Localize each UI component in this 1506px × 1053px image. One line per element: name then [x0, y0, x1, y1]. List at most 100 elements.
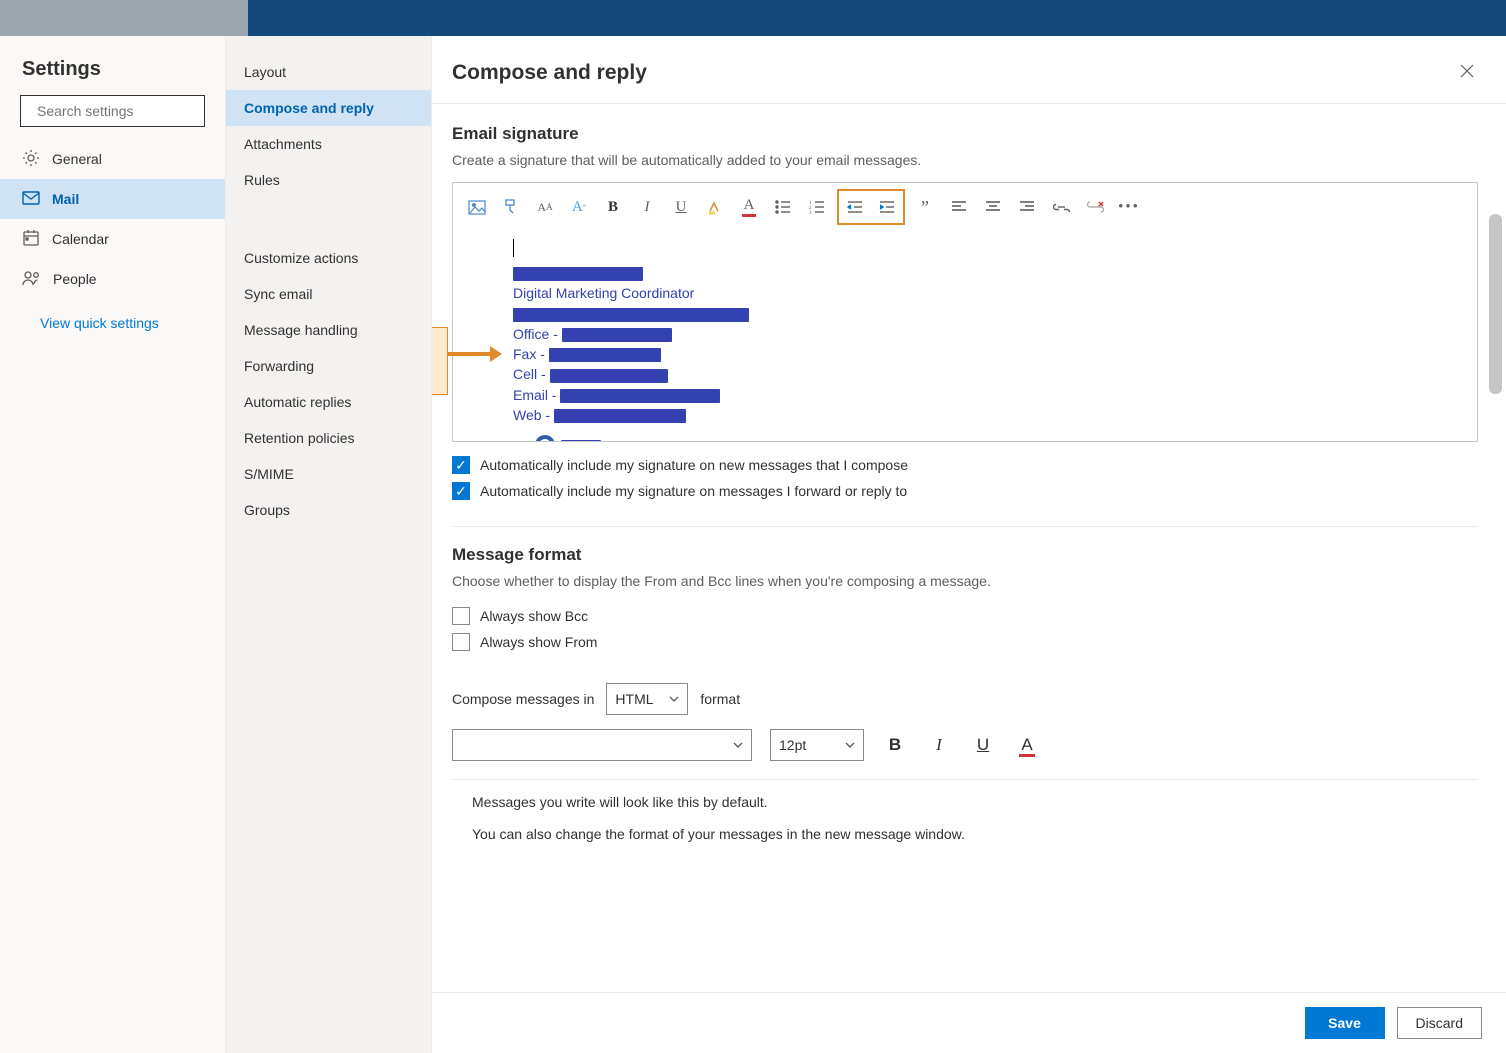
format-painter-icon[interactable]	[497, 193, 525, 221]
search-input[interactable]	[35, 102, 220, 120]
font-size-icon[interactable]: AA	[531, 193, 559, 221]
highlight-icon[interactable]	[701, 193, 729, 221]
message-format-sub: Choose whether to display the From and B…	[452, 573, 1478, 589]
compose-in-label-1: Compose messages in	[452, 691, 594, 707]
chevron-down-icon	[845, 742, 855, 748]
mail-settings-item[interactable]: Layout	[226, 54, 431, 90]
insert-link-icon[interactable]	[1047, 193, 1075, 221]
people-icon	[22, 270, 41, 289]
sidebar-item-label: People	[53, 271, 97, 287]
checkbox-show-bcc-label: Always show Bcc	[480, 608, 588, 624]
default-bold-button[interactable]: B	[882, 735, 908, 755]
footer-actions: Save Discard	[432, 992, 1506, 1053]
preview-line-1: Messages you write will look like this b…	[472, 794, 1458, 810]
checkbox-include-reply[interactable]: ✓	[452, 482, 470, 500]
indent-outdent-highlight	[837, 189, 905, 225]
general-icon	[22, 149, 40, 170]
mail-settings-item[interactable]: Customize actions	[226, 240, 431, 276]
app-topbar	[0, 0, 1506, 36]
sidebar-item-mail[interactable]: Mail	[0, 179, 225, 219]
default-underline-button[interactable]: U	[970, 735, 996, 755]
signature-logo	[535, 435, 1463, 441]
bold-button[interactable]: B	[599, 193, 627, 221]
redacted-text	[513, 267, 643, 281]
checkbox-include-new[interactable]: ✓	[452, 456, 470, 474]
email-signature-heading: Email signature	[452, 124, 1478, 144]
insert-image-icon[interactable]	[463, 193, 491, 221]
quote-icon[interactable]: ”	[911, 193, 939, 221]
mail-settings-item[interactable]: Sync email	[226, 276, 431, 312]
signature-textarea[interactable]: Digital Marketing Coordinator Office - F…	[453, 231, 1477, 441]
checkbox-show-bcc[interactable]	[452, 607, 470, 625]
checkbox-include-new-label: Automatically include my signature on ne…	[480, 457, 908, 473]
font-size-super-icon[interactable]: A°	[565, 193, 593, 221]
mail-settings-item[interactable]: S/MIME	[226, 456, 431, 492]
compose-in-label-2: format	[700, 691, 740, 707]
chevron-down-icon	[733, 742, 743, 748]
mail-settings-item[interactable]: Groups	[226, 492, 431, 528]
default-italic-button[interactable]: I	[926, 735, 952, 755]
svg-text:3: 3	[809, 211, 812, 214]
italic-button[interactable]: I	[633, 193, 661, 221]
sidebar-item-calendar[interactable]: Calendar	[0, 219, 225, 259]
format-preview: Messages you write will look like this b…	[452, 779, 1478, 872]
mail-icon	[22, 191, 40, 208]
preview-line-2: You can also change the format of your m…	[472, 826, 1458, 842]
mail-settings-item[interactable]: Forwarding	[226, 348, 431, 384]
redacted-text	[562, 328, 672, 342]
search-input-wrap[interactable]	[20, 95, 205, 127]
checkbox-show-from[interactable]	[452, 633, 470, 651]
sidebar-item-label: General	[52, 151, 102, 167]
default-font-size-select[interactable]: 12pt	[770, 729, 864, 761]
view-quick-settings-link[interactable]: View quick settings	[40, 315, 159, 331]
default-font-color-button[interactable]: A	[1014, 735, 1040, 755]
scrollbar-thumb[interactable]	[1489, 214, 1502, 394]
mail-settings-item[interactable]: Automatic replies	[226, 384, 431, 420]
mail-settings-item[interactable]: Rules	[226, 162, 431, 198]
font-color-icon[interactable]: A	[735, 193, 763, 221]
redacted-text	[513, 308, 749, 322]
mail-settings-list: LayoutCompose and replyAttachmentsRules …	[226, 36, 432, 1053]
align-left-icon[interactable]	[945, 193, 973, 221]
annotation-callout: My cursor does not go any further left t…	[432, 327, 448, 395]
decrease-indent-icon[interactable]	[841, 193, 869, 221]
mail-settings-item[interactable]: Compose and reply	[226, 90, 431, 126]
tab-strip	[0, 0, 248, 36]
save-button[interactable]: Save	[1305, 1007, 1385, 1039]
mail-settings-item[interactable]: Message handling	[226, 312, 431, 348]
close-icon[interactable]	[1456, 60, 1478, 85]
numbered-list-icon[interactable]: 123	[803, 193, 831, 221]
underline-button[interactable]: U	[667, 193, 695, 221]
bulleted-list-icon[interactable]	[769, 193, 797, 221]
editor-toolbar: AA A° B I U A 123 ”	[453, 183, 1477, 231]
more-options-icon[interactable]: •••	[1115, 193, 1143, 221]
redacted-text	[554, 409, 686, 423]
chevron-down-icon	[669, 696, 679, 702]
default-font-select[interactable]	[452, 729, 752, 761]
section-divider	[452, 526, 1478, 527]
signature-line-title: Digital Marketing Coordinator	[513, 283, 1463, 303]
calendar-icon	[22, 229, 40, 250]
content-pane: Compose and reply My cursor does not go …	[432, 36, 1506, 1053]
sidebar-item-people[interactable]: People	[0, 259, 225, 299]
sidebar-item-general[interactable]: General	[0, 139, 225, 179]
settings-title: Settings	[0, 58, 225, 95]
redacted-text	[550, 369, 668, 383]
page-title: Compose and reply	[452, 61, 647, 85]
text-cursor	[513, 239, 514, 257]
checkbox-show-from-label: Always show From	[480, 634, 597, 650]
compose-format-select[interactable]: HTML	[606, 683, 688, 715]
increase-indent-icon[interactable]	[873, 193, 901, 221]
sidebar-item-label: Mail	[52, 191, 79, 207]
discard-button[interactable]: Discard	[1397, 1007, 1482, 1039]
mail-settings-item[interactable]: Attachments	[226, 126, 431, 162]
align-right-icon[interactable]	[1013, 193, 1041, 221]
settings-sidebar: Settings General Mail Calendar People View …	[0, 36, 226, 1053]
redacted-text	[560, 389, 720, 403]
email-signature-sub: Create a signature that will be automati…	[452, 152, 1478, 168]
redacted-text	[549, 348, 661, 362]
align-center-icon[interactable]	[979, 193, 1007, 221]
remove-link-icon[interactable]	[1081, 193, 1109, 221]
sidebar-item-label: Calendar	[52, 231, 109, 247]
mail-settings-item[interactable]: Retention policies	[226, 420, 431, 456]
